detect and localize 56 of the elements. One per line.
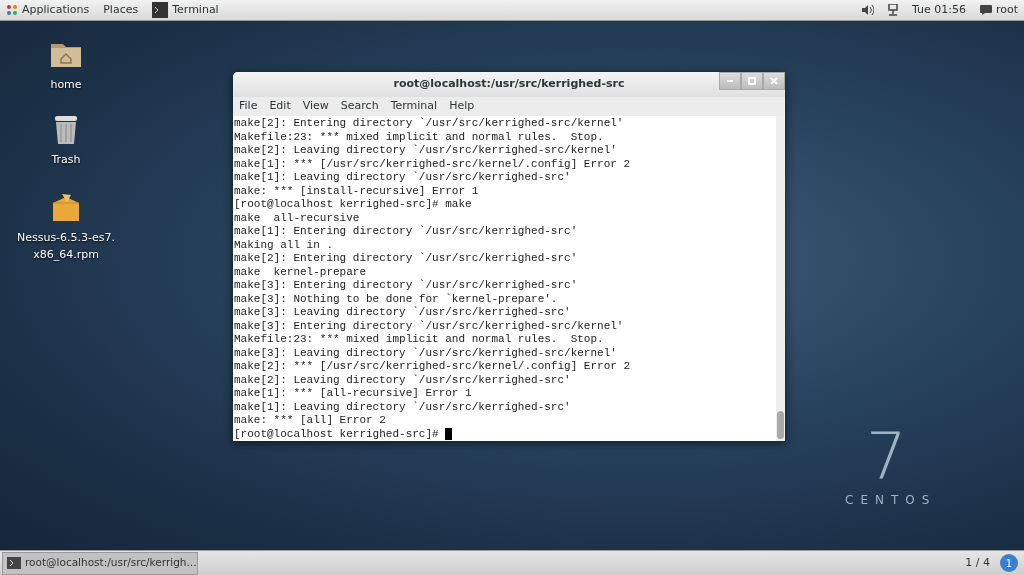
terminal-line: make[1]: Leaving directory `/usr/src/kerrighed-src' [234, 400, 571, 414]
cursor-icon [445, 427, 453, 440]
maximize-icon [748, 77, 756, 85]
user-menu[interactable]: root [979, 1, 1018, 19]
taskbar-button[interactable]: root@localhost:/usr/src/kerrigh... [2, 551, 198, 575]
menu-item[interactable]: Terminal [390, 98, 438, 115]
terminal-line: make[1]: Entering directory `/usr/src/kerrighed-src' [234, 225, 578, 239]
terminal-line: Makefile:23: *** mixed implicit and normal rules. Stop. [234, 130, 604, 144]
scrollbar[interactable] [776, 116, 785, 441]
terminal-line: make[2]: *** [/usr/src/kerrighed-src/kernel/.config] Error 2 [234, 360, 631, 374]
menu-item[interactable]: View [302, 98, 329, 115]
terminal-line: make kernel-prepare [234, 265, 367, 279]
terminal-line: make[2]: Leaving directory `/usr/src/kerrighed-src/kernel' [234, 144, 617, 158]
menu-item[interactable]: File [239, 98, 258, 115]
terminal-line: [root@localhost kerrighed-src]# make [234, 198, 472, 212]
close-icon [770, 77, 778, 85]
chat-icon [979, 5, 992, 15]
menu-button[interactable]: Applications [6, 1, 90, 19]
wallpaper-brand: CENTOS [845, 492, 937, 509]
terminal-line: make[3]: Nothing to be done for `kernel-prepare'. [234, 292, 558, 306]
icon-label[interactable]: Trash [51, 151, 81, 169]
terminal-line: make[2]: Entering directory `/usr/src/kerrighed-src' [234, 252, 578, 266]
menu-item[interactable]: Edit [269, 98, 291, 115]
workspace-indicator[interactable]: 1 / 4 [965, 554, 990, 572]
window-title: root@localhost:/usr/src/kerrighed-src [393, 76, 625, 93]
icon-label[interactable]: home [50, 76, 82, 94]
clock[interactable]: Tue 01:56 [911, 1, 966, 19]
taskbar-button[interactable]: Terminal [152, 1, 219, 19]
scroll-thumb[interactable] [777, 411, 784, 439]
terminal-line: Makefile:23: *** mixed implicit and normal rules. Stop. [234, 333, 604, 347]
terminal-line: make[2]: Entering directory `/usr/src/kerrighed-src/kernel' [234, 117, 624, 131]
terminal-line: Making all in . [234, 238, 334, 252]
terminal-line: [root@localhost kerrighed-src]# [234, 427, 440, 441]
terminal-line: make[3]: Entering directory `/usr/src/kerrighed-src' [234, 279, 578, 293]
terminal-line: make[3]: Entering directory `/usr/src/kerrighed-src/kernel' [234, 319, 624, 333]
notification-badge[interactable]: 1 [1000, 554, 1018, 572]
terminal-line: make[3]: Leaving directory `/usr/src/kerrighed-src' [234, 306, 571, 320]
minimize-icon [727, 80, 733, 82]
terminal-line: make: *** [all] Error 2 [234, 414, 386, 428]
volume-icon[interactable] [861, 5, 874, 15]
terminal-icon [7, 557, 21, 569]
apps-icon [6, 4, 18, 16]
terminal-line: make[1]: *** [/usr/src/kerrighed-src/kernel/.config] Error 2 [234, 157, 631, 171]
wallpaper-logo: 7 [866, 424, 907, 488]
terminal-line: make all-recursive [234, 211, 360, 225]
menu-item[interactable]: Help [449, 98, 475, 115]
terminal-line: make: *** [install-recursive] Error 1 [234, 184, 479, 198]
terminal-line: make[2]: Leaving directory `/usr/src/kerrighed-src' [234, 373, 571, 387]
terminal-line: make[3]: Leaving directory `/usr/src/kerrighed-src/kernel' [234, 346, 617, 360]
menu-button[interactable]: Places [103, 1, 139, 19]
network-icon[interactable] [887, 4, 898, 16]
icon-label[interactable]: Nessus-6.5.3-es7. x86_64.rpm [16, 229, 116, 264]
terminal-line: make[1]: *** [all-recursive] Error 1 [234, 387, 472, 401]
menu-item[interactable]: Search [340, 98, 379, 115]
terminal-icon [152, 2, 169, 18]
terminal-line: make[1]: Leaving directory `/usr/src/kerrighed-src' [234, 171, 571, 185]
